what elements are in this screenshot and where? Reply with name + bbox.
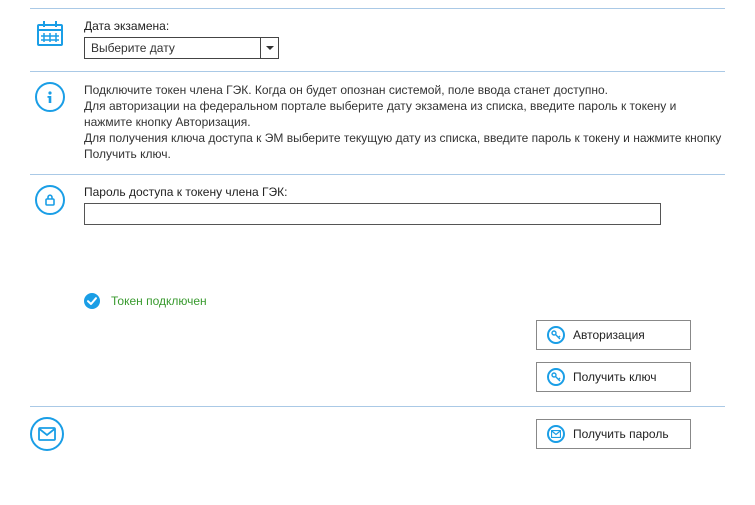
exam-date-row: Дата экзамена: Выберите дату (30, 8, 725, 72)
exam-date-value: Выберите дату (91, 41, 175, 55)
get-key-button-label: Получить ключ (573, 370, 656, 384)
exam-date-select[interactable]: Выберите дату (84, 37, 279, 59)
token-status: Токен подключен (83, 292, 725, 310)
get-password-button-label: Получить пароль (573, 427, 669, 441)
get-key-button[interactable]: Получить ключ (536, 362, 691, 392)
envelope-icon (547, 425, 565, 443)
password-input[interactable] (84, 203, 661, 225)
info-text: Подключите токен члена ГЭК. Когда он буд… (84, 82, 725, 162)
status-block: Токен подключен Авторизация Получить (30, 292, 725, 392)
info-row: Подключите токен члена ГЭК. Когда он буд… (30, 72, 725, 175)
password-label: Пароль доступа к токену члена ГЭК: (84, 185, 725, 199)
check-icon (83, 292, 101, 310)
envelope-icon (30, 417, 64, 451)
exam-date-label: Дата экзамена: (84, 19, 725, 33)
chevron-down-icon (260, 38, 278, 58)
get-password-button[interactable]: Получить пароль (536, 419, 691, 449)
lock-icon (35, 185, 65, 215)
password-row: Пароль доступа к токену члена ГЭК: (30, 175, 725, 237)
token-status-text: Токен подключен (111, 294, 207, 308)
footer-row: Получить пароль (30, 406, 725, 451)
auth-button-label: Авторизация (573, 328, 645, 342)
auth-button[interactable]: Авторизация (536, 320, 691, 350)
calendar-icon (30, 19, 70, 49)
key-icon (547, 326, 565, 344)
info-icon (35, 82, 65, 112)
key-icon (547, 368, 565, 386)
